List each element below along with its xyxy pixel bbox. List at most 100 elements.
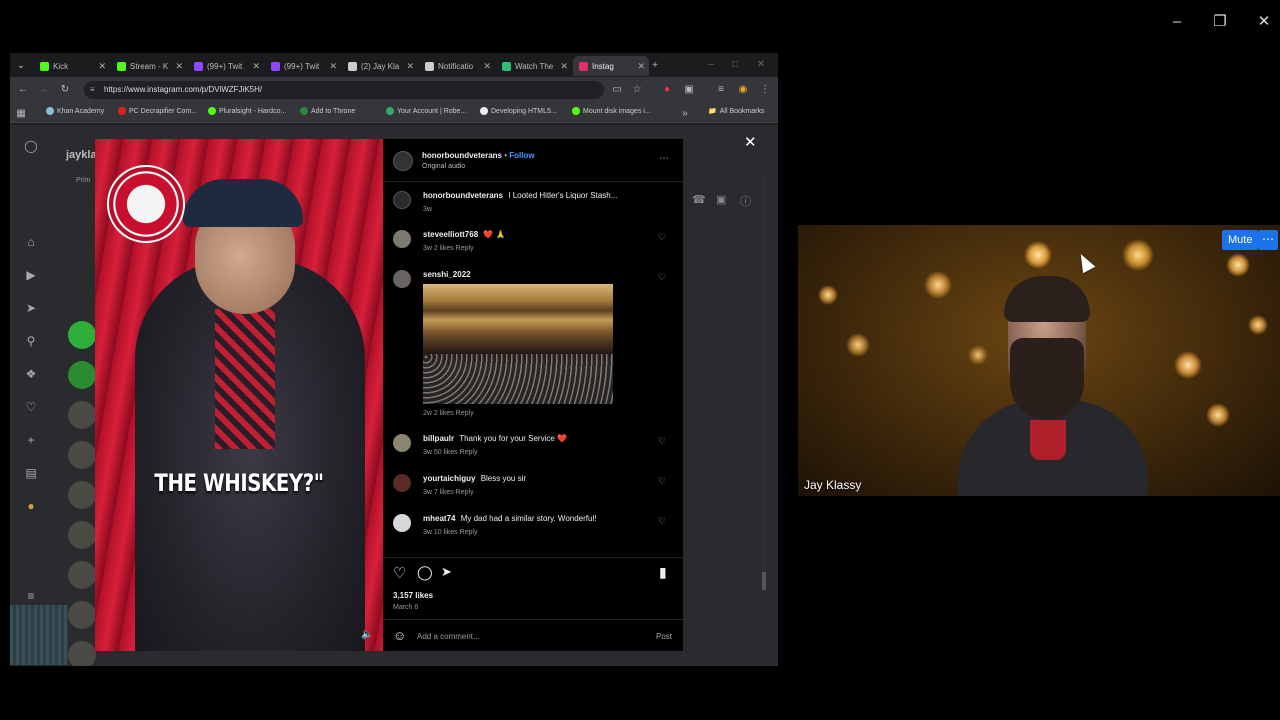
avatar[interactable] [68, 441, 96, 469]
reload-icon[interactable]: ↻ [58, 82, 72, 96]
tab-2[interactable]: (99+) Twit ✕ [188, 56, 264, 76]
all-bookmarks[interactable]: 📁 All Bookmarks [708, 107, 764, 116]
bookmark-star-icon[interactable]: ☆ [630, 82, 644, 96]
avatar[interactable] [68, 481, 96, 509]
info-icon[interactable]: ⓘ [740, 193, 751, 209]
tab-6[interactable]: Watch The ✕ [496, 56, 572, 76]
comment-meta[interactable]: 3w 7 likes Reply [423, 489, 474, 496]
tab-close-icon[interactable]: ✕ [406, 61, 414, 72]
menu-icon[interactable]: ⋮ [758, 82, 772, 96]
avatar[interactable] [393, 191, 411, 209]
like-comment-icon[interactable]: ♡ [658, 232, 666, 243]
back-icon[interactable]: ← [16, 82, 30, 96]
comment-user[interactable]: yourtaichiguy [423, 474, 475, 483]
extension-red-icon[interactable]: ● [660, 82, 674, 96]
more-bookmarks-icon[interactable]: » [678, 106, 692, 120]
like-comment-icon[interactable]: ♡ [658, 476, 666, 487]
tab-0[interactable]: Kick ✕ [34, 56, 110, 76]
dashboard-icon[interactable]: ▤ [24, 466, 38, 480]
tab-close-icon[interactable]: ✕ [98, 61, 106, 72]
comment-user[interactable]: steveelliott768 [423, 230, 478, 239]
audio-label[interactable]: Original audio [422, 163, 465, 170]
scrollbar[interactable] [762, 172, 766, 592]
instagram-logo-icon[interactable]: ◯ [24, 139, 38, 153]
avatar[interactable] [393, 434, 411, 452]
post-comment-button[interactable]: Post [656, 632, 672, 641]
comment-user[interactable]: senshi_2022 [423, 270, 471, 279]
profile-icon[interactable]: ◉ [736, 82, 750, 96]
avatar[interactable] [68, 361, 96, 389]
reels-icon[interactable]: ▶ [24, 268, 38, 282]
tab-close-icon[interactable]: ✕ [560, 61, 568, 72]
author-avatar[interactable] [393, 151, 413, 171]
forward-icon[interactable]: → [36, 82, 50, 96]
bookmark-item[interactable]: Your Account | Robe... [386, 107, 466, 115]
likes-count[interactable]: 3,157 likes [393, 591, 433, 600]
notifications-heart-icon[interactable]: ♡ [24, 400, 38, 414]
add-comment-input[interactable]: Add a comment... [417, 632, 480, 641]
tab-3[interactable]: (99+) Twit ✕ [265, 56, 341, 76]
install-icon[interactable]: ▭ [610, 82, 624, 96]
apps-icon[interactable]: ▦ [14, 106, 28, 120]
share-icon[interactable]: ➤ [441, 564, 452, 580]
bookmark-item[interactable]: Pluralsight - Hardco... [208, 107, 286, 115]
media-control-icon[interactable]: ≡ [714, 82, 728, 96]
avatar[interactable] [393, 474, 411, 492]
tab-5[interactable]: Notificatio ✕ [419, 56, 495, 76]
video-call-icon[interactable]: ▣ [716, 193, 726, 206]
avatar[interactable] [393, 270, 411, 288]
save-icon[interactable]: ▮ [659, 564, 667, 581]
create-icon[interactable]: + [24, 433, 38, 447]
comment-user[interactable]: billpaulr [423, 434, 454, 443]
avatar[interactable] [68, 521, 96, 549]
tab-close-icon[interactable]: ✕ [329, 61, 337, 72]
like-comment-icon[interactable]: ♡ [658, 436, 666, 447]
more-options-button[interactable]: ⋯ [1258, 230, 1278, 250]
close-window-icon[interactable]: ✕ [1253, 10, 1275, 32]
ig-primary-tab[interactable]: Prim [76, 177, 90, 184]
avatar[interactable] [68, 321, 96, 349]
avatar[interactable] [68, 641, 96, 666]
comment-meta[interactable]: 3w 2 likes Reply [423, 245, 474, 252]
emoji-icon[interactable]: ☺ [393, 628, 406, 643]
avatar[interactable] [68, 401, 96, 429]
more-menu-icon[interactable]: ≡ [24, 589, 38, 603]
tab-search-icon[interactable]: ⌄ [14, 58, 28, 72]
avatar[interactable] [68, 601, 96, 629]
bookmark-item[interactable]: Khan Academy [46, 107, 104, 115]
phone-icon[interactable]: ☎ [692, 193, 706, 206]
post-options-icon[interactable]: ⋯ [659, 153, 669, 164]
tab-close-icon[interactable]: ✕ [637, 61, 645, 72]
like-comment-icon[interactable]: ♡ [658, 516, 666, 527]
bookmark-item[interactable]: Add to Throne [300, 107, 355, 115]
volume-icon[interactable]: 🔈 [361, 629, 373, 640]
mute-button[interactable]: Mute [1222, 230, 1259, 250]
profile-sidebar-icon[interactable]: ● [24, 499, 38, 513]
window-close-icon[interactable]: ✕ [754, 57, 768, 71]
tab-7[interactable]: Instag ✕ [573, 56, 649, 76]
follow-button[interactable]: Follow [509, 151, 534, 160]
bookmark-item[interactable]: PC Decrapifier Com... [118, 107, 197, 115]
window-restore-icon[interactable]: □ [728, 57, 742, 71]
comment-meta[interactable]: 3w 10 likes Reply [423, 529, 477, 536]
comment-image[interactable] [423, 284, 613, 404]
like-icon[interactable]: ♡ [393, 564, 406, 582]
comment-meta[interactable]: 3w 50 likes Reply [423, 449, 477, 456]
extensions-icon[interactable]: ▣ [682, 82, 696, 96]
tab-4[interactable]: (2) Jay Kla ✕ [342, 56, 418, 76]
tab-1[interactable]: Stream - K ✕ [111, 56, 187, 76]
tab-close-icon[interactable]: ✕ [252, 61, 260, 72]
tab-close-icon[interactable]: ✕ [483, 61, 491, 72]
comment-user[interactable]: mheat74 [423, 514, 455, 523]
minimize-icon[interactable]: – [1166, 10, 1188, 32]
author-name[interactable]: honorboundveterans [422, 151, 502, 160]
avatar[interactable] [393, 514, 411, 532]
caption-user[interactable]: honorboundveterans [423, 191, 503, 200]
comment-meta[interactable]: 2w 2 likes Reply [423, 410, 474, 417]
search-icon[interactable]: ⚲ [24, 334, 38, 348]
post-video[interactable]: THE WHISKEY?" 🔈 [95, 139, 383, 651]
avatar[interactable] [68, 561, 96, 589]
restore-icon[interactable]: ❐ [1209, 10, 1231, 32]
new-tab-icon[interactable]: + [648, 58, 662, 72]
site-info-icon[interactable]: ≡ [90, 81, 95, 99]
